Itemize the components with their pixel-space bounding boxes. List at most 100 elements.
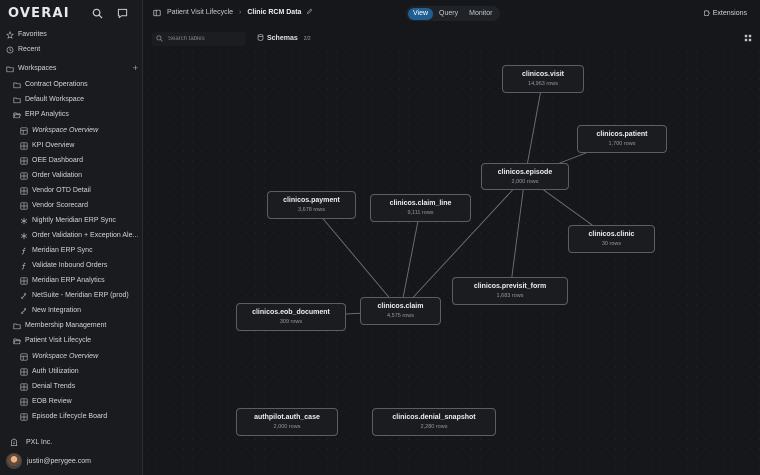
table-node[interactable]: clinicos.claim 4,575 rows [360,297,441,325]
sidebar-item-label: Workspace Overview [32,127,99,134]
sidebar-item-label: Vendor Scorecard [32,202,89,209]
sidebar-item[interactable]: Denial Trends [0,379,143,394]
table-name: clinicos.claim [377,303,424,310]
sidebar-item-label: KPI Overview [32,142,75,149]
sidebar-item[interactable]: OEE Dashboard [0,153,143,168]
database-icon [257,34,264,43]
table-row-count: 2,280 rows [420,424,448,430]
sidebar-item[interactable]: Patient Visit Lifecycle [0,333,143,348]
table-node[interactable]: clinicos.clinic 30 rows [568,225,655,253]
sidebar-item[interactable]: Nightly Meridian ERP Sync [0,213,143,228]
tab-monitor[interactable]: Monitor [464,8,497,20]
table-row-count: 9,111 rows [407,210,434,216]
sidebar-item[interactable]: NetSuite - Meridian ERP (prod) [0,288,143,303]
table-name: clinicos.visit [521,71,565,78]
sidebar-item[interactable]: Auth Utilization [0,364,143,379]
table-name: clinicos.episode [497,169,553,176]
table-node[interactable]: clinicos.payment 3,678 rows [267,191,356,219]
folder-icon [13,81,21,89]
layout-icon[interactable] [744,34,752,42]
sidebar-item-label: Default Workspace [25,96,85,103]
sidebar-item[interactable]: Favorites [0,27,143,42]
workflow-icon [20,217,28,225]
sidebar-item[interactable]: EOB Review [0,394,143,409]
breadcrumb: Patient Visit Lifecycle › Clinic RCM Dat… [153,8,313,17]
folder-icon [13,96,21,104]
panel-icon[interactable] [153,9,161,17]
sidebar-item[interactable]: Contract Operations [0,77,143,92]
sidebar-item[interactable]: Vendor OTD Detail [0,183,143,198]
sidebar-item[interactable]: Validate Inbound Orders [0,258,143,273]
table-row-count: 1,700 rows [608,141,636,147]
extensions-button[interactable]: Extensions [703,9,747,18]
sidebar-item[interactable]: Order Validation + Exception Ale... [0,228,143,243]
tab-query[interactable]: Query [434,8,463,20]
sidebar-item-label: Favorites [18,31,47,38]
search-input[interactable] [168,36,246,42]
sidebar-item-label: OEE Dashboard [32,157,83,164]
table-search[interactable] [152,32,246,46]
sidebar-item-label: Workspace Overview [32,353,99,360]
table-name: clinicos.patient [596,131,648,138]
sidebar-item[interactable]: Meridian ERP Sync [0,243,143,258]
chat-icon[interactable] [117,8,128,19]
sidebar-item-label: Episode Lifecycle Board [32,413,108,420]
table-node[interactable]: clinicos.claim_line 9,111 rows [370,194,471,222]
integration-icon [20,307,28,315]
sidebar-item[interactable]: Order Validation [0,168,143,183]
sidebar-item[interactable]: KPI Overview [0,138,143,153]
schemas-label: Schemas [267,35,298,42]
dashboard-icon [20,201,28,210]
table-node[interactable]: clinicos.eob_document 309 rows [236,303,346,331]
breadcrumb-parent[interactable]: Patient Visit Lifecycle [167,9,233,16]
pencil-icon[interactable] [306,8,313,17]
sidebar-item-label: Order Validation + Exception Ale... [32,232,139,239]
schemas-filter[interactable]: Schemas 2/2 [257,34,311,43]
table-name: clinicos.claim_line [389,200,452,207]
sidebar-item-label: Recent [18,46,41,53]
dashboard-icon [20,397,28,406]
folder-icon [6,65,14,73]
sidebar-item[interactable]: Workspaces + [0,61,143,76]
sidebar-item-label: Patient Visit Lifecycle [25,337,92,344]
sidebar-item-label: New Integration [32,307,82,314]
search-icon[interactable] [92,8,103,19]
sidebar-item-label: NetSuite - Meridian ERP (prod) [32,292,129,299]
workflow-icon [20,232,28,240]
sidebar: OVERAI Favorites Recent Workspaces + Contrac… [0,0,143,475]
dashboard-icon [20,382,28,391]
sidebar-item[interactable]: Membership Management [0,318,143,333]
sidebar-item-label: Contract Operations [25,81,88,88]
table-node[interactable]: clinicos.denial_snapshot 2,280 rows [372,408,496,436]
clock-icon [6,46,14,54]
sidebar-item[interactable]: Workspace Overview [0,349,143,364]
function-icon [20,247,28,255]
table-name: clinicos.clinic [588,231,635,238]
table-node[interactable]: clinicos.patient 1,700 rows [577,125,667,153]
tab-view[interactable]: View [408,7,434,20]
star-icon [6,30,14,39]
user-menu[interactable]: justin@perygee.com [6,453,91,469]
sidebar-item[interactable]: Meridian ERP Analytics [0,273,143,288]
folder-icon [13,322,21,330]
sidebar-item[interactable]: Episode Lifecycle Board [0,409,143,424]
chevron-right-icon: › [239,9,242,16]
table-node[interactable]: clinicos.visit 14,963 rows [502,65,584,93]
table-node[interactable]: clinicos.episode 2,000 rows [481,163,569,190]
org-switcher[interactable]: PXL Inc. [10,436,52,448]
table-name: clinicos.payment [283,197,340,204]
sidebar-item[interactable]: New Integration [0,303,143,318]
sidebar-item[interactable]: Recent [0,42,143,57]
sidebar-item[interactable]: Workspace Overview [0,123,143,138]
add-workspace-button[interactable]: + [133,61,138,76]
sidebar-item-label: Validate Inbound Orders [32,262,108,269]
search-icon [156,35,164,43]
overview-icon [20,126,28,135]
table-node[interactable]: clinicos.previsit_form 1,683 rows [452,277,568,305]
sidebar-item[interactable]: Vendor Scorecard [0,198,143,213]
table-row-count: 309 rows [279,319,303,325]
sidebar-item[interactable]: ERP Analytics [0,107,143,122]
table-node[interactable]: authpilot.auth_case 2,000 rows [236,408,338,436]
sidebar-item[interactable]: Default Workspace [0,92,143,107]
folder-open-icon [13,111,21,119]
